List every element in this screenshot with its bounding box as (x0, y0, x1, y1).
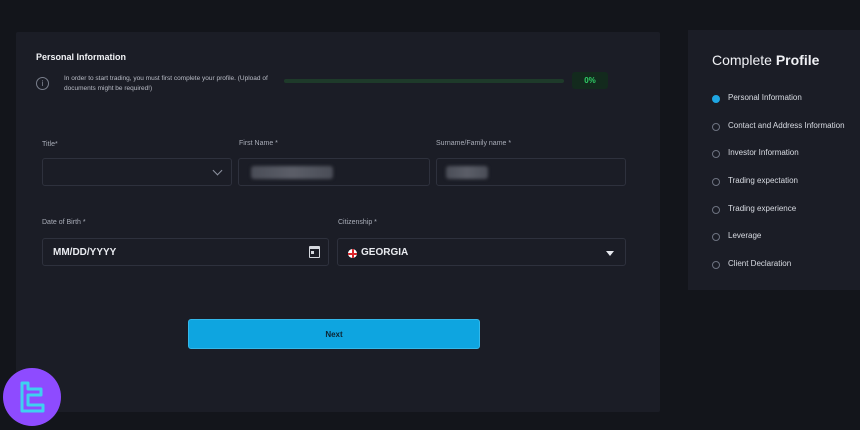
step-label: Leverage (728, 231, 762, 240)
section-title: Personal Information (36, 52, 127, 62)
citizenship-label: Citizenship * (338, 219, 377, 226)
first-name-label: First Name * (239, 140, 278, 147)
progress-percent-badge: 0% (572, 72, 608, 89)
sidebar-title-light: Complete (712, 52, 776, 68)
citizenship-value: GEORGIA (361, 247, 409, 258)
georgia-flag-icon (348, 249, 357, 258)
complete-profile-sidebar: Complete Profile Personal Information Co… (688, 30, 860, 290)
brand-logo-icon (3, 368, 61, 426)
step-client-declaration[interactable]: Client Declaration (712, 259, 860, 271)
step-indicator-icon (712, 178, 720, 186)
step-label: Investor Information (728, 148, 799, 157)
step-leverage[interactable]: Leverage (712, 231, 860, 243)
title-select[interactable] (42, 158, 232, 186)
step-indicator-icon (712, 123, 720, 131)
first-name-input[interactable] (238, 158, 430, 186)
sidebar-title-bold: Profile (775, 52, 820, 68)
step-label: Contact and Address Information (728, 121, 845, 130)
step-personal-information[interactable]: Personal Information (712, 93, 860, 105)
step-label: Client Declaration (728, 259, 792, 268)
chevron-down-icon (212, 165, 223, 176)
step-trading-expectation[interactable]: Trading expectation (712, 176, 860, 188)
step-contact-address[interactable]: Contact and Address Information (712, 121, 860, 133)
step-label: Personal Information (728, 93, 802, 102)
info-icon: i (36, 77, 49, 90)
dob-input[interactable]: MM/DD/YYYY (42, 238, 329, 266)
step-indicator-icon (712, 206, 720, 214)
step-indicator-icon (712, 150, 720, 158)
step-investor-information[interactable]: Investor Information (712, 148, 860, 160)
first-name-redacted-value (251, 166, 333, 179)
dob-label: Date of Birth * (42, 219, 86, 226)
sidebar-title: Complete Profile (712, 52, 819, 68)
info-text: In order to start trading, you must firs… (64, 75, 268, 92)
personal-information-form: Personal Information i In order to start… (16, 32, 660, 412)
step-indicator-icon (712, 233, 720, 241)
logo-mark-icon (20, 381, 45, 413)
step-label: Trading experience (728, 204, 797, 213)
step-label: Trading expectation (728, 176, 798, 185)
citizenship-select[interactable]: GEORGIA (337, 238, 626, 266)
step-trading-experience[interactable]: Trading experience (712, 204, 860, 216)
surname-label: Surname/Family name * (436, 140, 512, 147)
surname-input[interactable] (436, 158, 626, 186)
dob-value: MM/DD/YYYY (53, 247, 117, 258)
calendar-icon[interactable] (309, 246, 320, 258)
surname-redacted-value (446, 166, 488, 179)
step-indicator-icon (712, 261, 720, 269)
next-button[interactable]: Next (188, 319, 480, 349)
step-indicator-icon (712, 95, 720, 103)
caret-down-icon (606, 251, 614, 256)
progress-bar (284, 79, 564, 83)
title-label: Title* (42, 141, 58, 148)
